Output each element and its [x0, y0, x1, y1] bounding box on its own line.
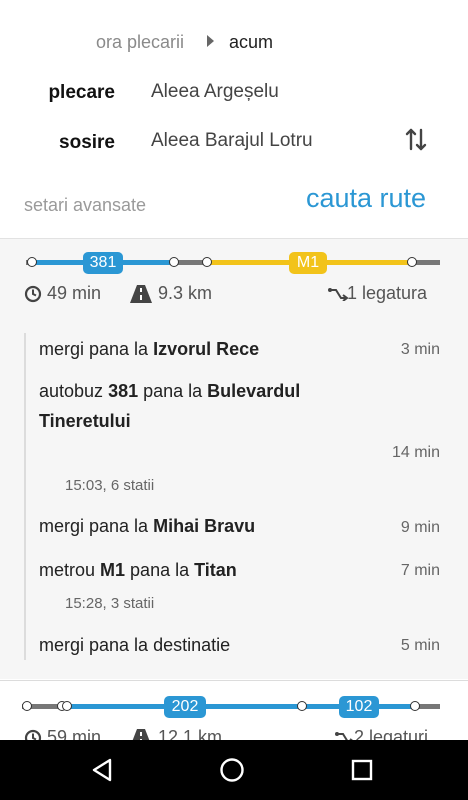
step-bus: autobuz 381 pana la Bulevardul Tineretul…: [39, 381, 301, 431]
stop-dot: [297, 701, 307, 711]
step-duration: 14 min: [391, 444, 440, 461]
route-transfers: 1 legatura: [347, 283, 428, 303]
route-duration: 49 min: [47, 283, 102, 303]
recents-icon[interactable]: [351, 759, 373, 781]
from-label: plecare: [48, 82, 115, 103]
clock-icon: [24, 285, 42, 303]
bus-line-badge: 381: [83, 252, 123, 274]
step-duration: 9 min: [400, 519, 440, 536]
to-field[interactable]: Aleea Barajul Lotru: [151, 130, 313, 152]
steps-timeline: [24, 333, 26, 660]
bus-line-badge: 202: [164, 696, 206, 718]
route-distance: 9.3 km: [158, 283, 213, 303]
stop-dot: [27, 257, 37, 267]
bus-line-badge: 102: [339, 696, 379, 718]
search-routes-button[interactable]: cauta rute: [306, 183, 426, 214]
system-navigation-bar: [0, 740, 468, 800]
advanced-settings-link[interactable]: setari avansate: [24, 195, 146, 216]
transfer-icon: [328, 288, 348, 301]
step-walk-destination: mergi pana la destinatie: [39, 635, 231, 655]
stop-dot: [202, 257, 212, 267]
step-walk: mergi pana la Izvorul Rece: [39, 339, 260, 359]
back-icon[interactable]: [90, 758, 114, 782]
departure-time-value[interactable]: acum: [229, 32, 273, 53]
to-label: sosire: [59, 132, 115, 153]
step-departure-info: 15:28, 3 statii: [65, 595, 155, 612]
step-departure-info: 15:03, 6 statii: [65, 477, 155, 494]
stop-dot: [410, 701, 420, 711]
swap-icon[interactable]: [402, 127, 430, 153]
chevron-right-icon: [207, 35, 214, 47]
road-icon: [130, 285, 152, 303]
step-walk: mergi pana la Mihai Bravu: [39, 516, 256, 536]
home-icon[interactable]: [219, 757, 245, 783]
metro-line-badge: M1: [289, 252, 327, 274]
stop-dot: [62, 701, 72, 711]
stop-dot: [407, 257, 417, 267]
step-duration: 3 min: [400, 341, 440, 358]
step-duration: 5 min: [400, 637, 440, 654]
from-field[interactable]: Aleea Argeșelu: [151, 81, 279, 103]
stop-dot: [22, 701, 32, 711]
step-duration: 7 min: [400, 562, 440, 579]
step-metro: metrou M1 pana la Titan: [39, 560, 237, 580]
stop-dot: [169, 257, 179, 267]
departure-time-label: ora plecarii: [96, 32, 185, 52]
